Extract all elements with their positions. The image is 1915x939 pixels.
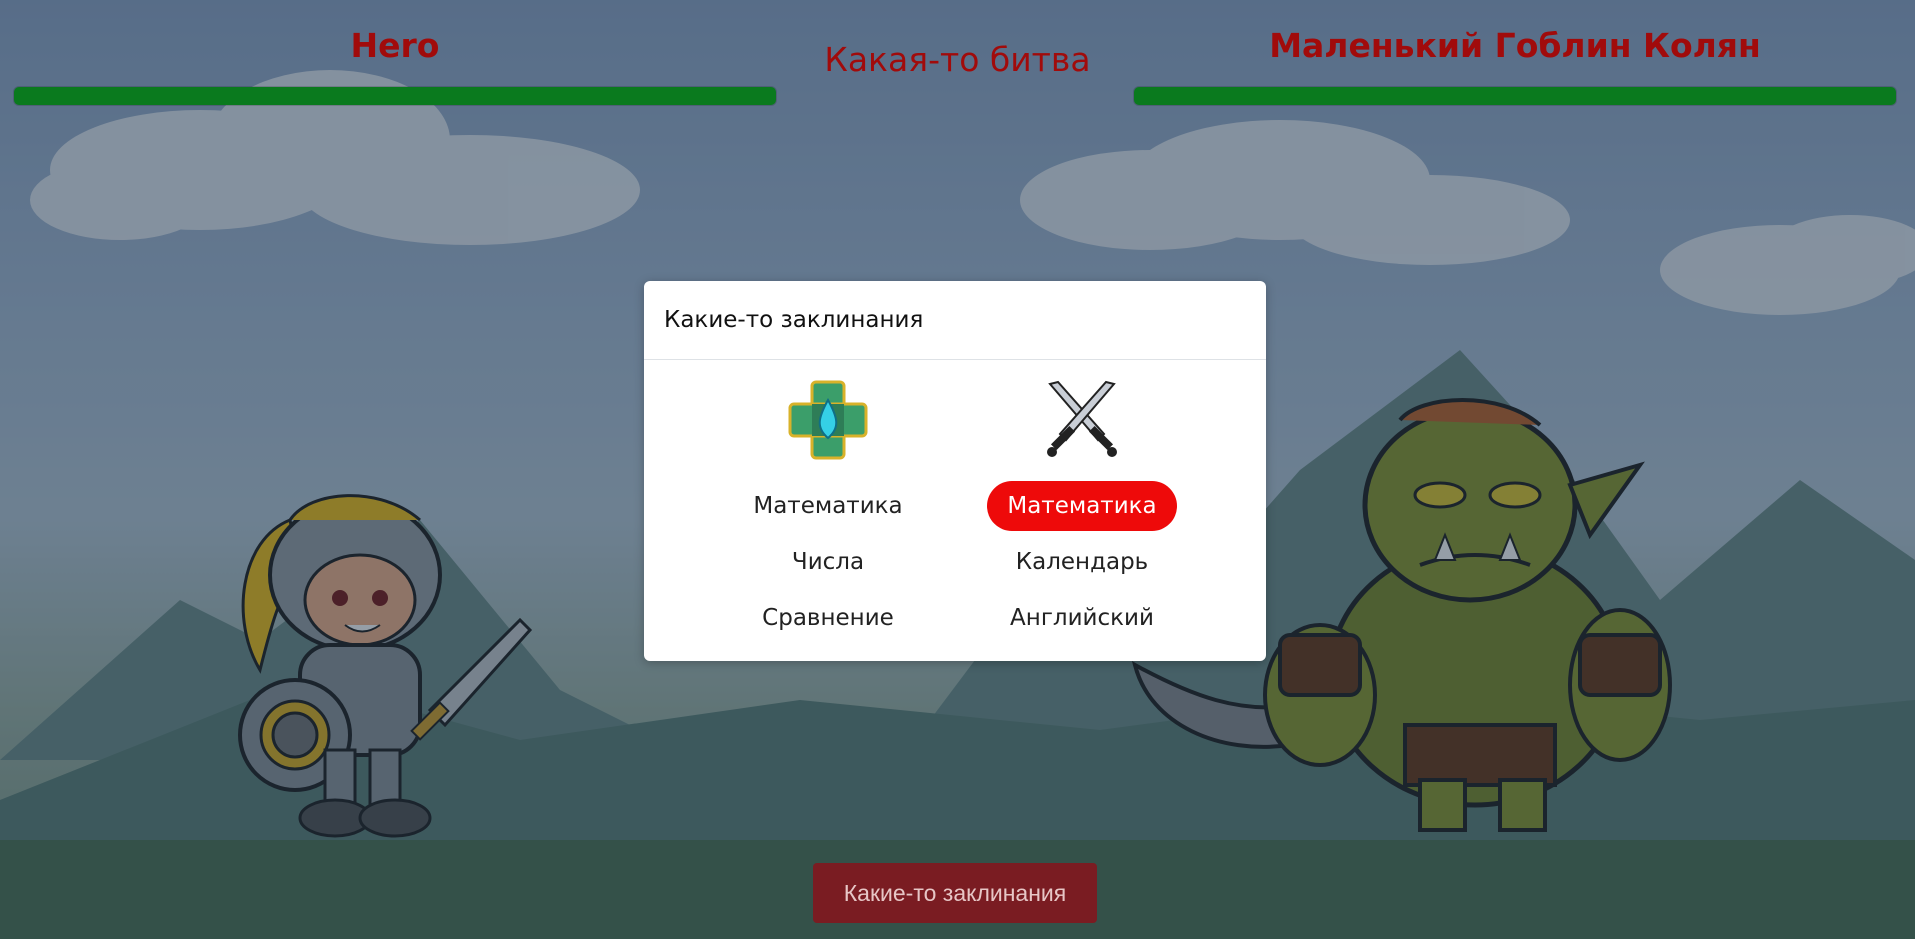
enemy-hp-bar bbox=[1134, 87, 1896, 105]
spell-list-2: Математика Календарь Английский bbox=[982, 478, 1182, 646]
spell-list-1: Математика Числа Сравнение bbox=[728, 478, 928, 646]
spells-button[interactable]: Какие-то заклинания bbox=[813, 863, 1097, 923]
spell-item-mathematics[interactable]: Математика bbox=[733, 481, 922, 531]
spell-item-english[interactable]: Английский bbox=[990, 593, 1174, 643]
spells-modal: Какие-то заклинания Математика Числа Сра… bbox=[644, 281, 1266, 661]
spell-item-calendar[interactable]: Календарь bbox=[996, 537, 1168, 587]
modal-title: Какие-то заклинания bbox=[644, 281, 1266, 360]
crossed-swords-icon bbox=[1047, 380, 1117, 457]
battle-scene: Hero Какая-то битва Маленький Гоблин Кол… bbox=[0, 0, 1915, 939]
spell-column-1: Математика Числа Сравнение bbox=[728, 378, 928, 646]
spell-item-mathematics-selected[interactable]: Математика bbox=[987, 481, 1177, 531]
spell-item-numbers[interactable]: Числа bbox=[772, 537, 884, 587]
spell-item-comparison[interactable]: Сравнение bbox=[742, 593, 914, 643]
water-rune-icon bbox=[788, 380, 868, 460]
player-hp-bar bbox=[14, 87, 776, 105]
enemy-name: Маленький Гоблин Колян bbox=[1269, 26, 1761, 65]
spell-column-2: Математика Календарь Английский bbox=[982, 378, 1182, 646]
